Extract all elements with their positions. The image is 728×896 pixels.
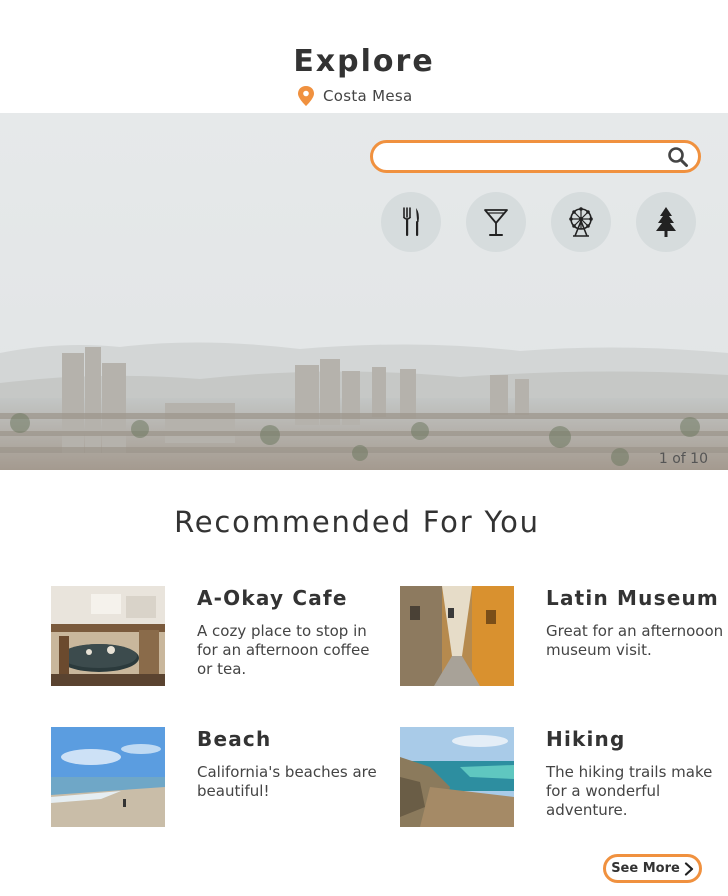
recommendation-card[interactable]: Beach California's beaches are beautiful… bbox=[51, 727, 381, 837]
category-dining-button[interactable] bbox=[381, 192, 441, 252]
museum-alley-photo bbox=[400, 586, 514, 686]
card-title: Beach bbox=[197, 727, 272, 751]
see-more-label: See More bbox=[611, 861, 680, 876]
fork-knife-icon bbox=[402, 207, 419, 236]
category-outdoors-button[interactable] bbox=[636, 192, 696, 252]
see-more-button[interactable]: See More bbox=[603, 854, 702, 883]
card-description: The hiking trails make for a wonderful a… bbox=[546, 763, 713, 819]
recommendation-card[interactable]: A-Okay Cafe A cozy place to stop in for … bbox=[51, 586, 381, 696]
recommendation-card[interactable]: Hiking The hiking trails make for a wond… bbox=[400, 727, 728, 837]
map-pin-icon bbox=[298, 86, 314, 106]
carousel-counter: 1 of 10 bbox=[658, 451, 708, 467]
page-title: Explore bbox=[293, 44, 435, 79]
category-attractions-button[interactable] bbox=[551, 192, 611, 252]
cocktail-glass-icon bbox=[484, 209, 508, 236]
chevron-right-icon bbox=[684, 861, 693, 876]
card-title: Hiking bbox=[546, 727, 626, 751]
pine-tree-icon bbox=[656, 207, 676, 237]
hiking-coast-photo bbox=[400, 727, 514, 827]
card-title: Latin Museum bbox=[546, 586, 719, 610]
category-nightlife-button[interactable] bbox=[466, 192, 526, 252]
location-name: Costa Mesa bbox=[323, 87, 413, 105]
location-display[interactable]: Costa Mesa bbox=[296, 85, 412, 107]
page-header: Explore Costa Mesa bbox=[0, 0, 728, 113]
cafe-photo bbox=[51, 586, 165, 686]
card-description: California's beaches are beautiful! bbox=[197, 763, 377, 800]
beach-photo bbox=[51, 727, 165, 827]
card-description: A cozy place to stop in for an afternoon… bbox=[197, 622, 370, 678]
section-title: Recommended For You bbox=[174, 505, 540, 539]
search-bar[interactable] bbox=[370, 140, 701, 173]
recommendation-card[interactable]: Latin Museum Great for an afternooon mus… bbox=[400, 586, 728, 696]
search-icon[interactable] bbox=[667, 146, 689, 168]
card-title: A-Okay Cafe bbox=[197, 586, 348, 610]
ferris-wheel-icon bbox=[569, 207, 593, 237]
search-input[interactable] bbox=[387, 147, 657, 167]
card-description: Great for an afternooon museum visit. bbox=[546, 622, 724, 659]
